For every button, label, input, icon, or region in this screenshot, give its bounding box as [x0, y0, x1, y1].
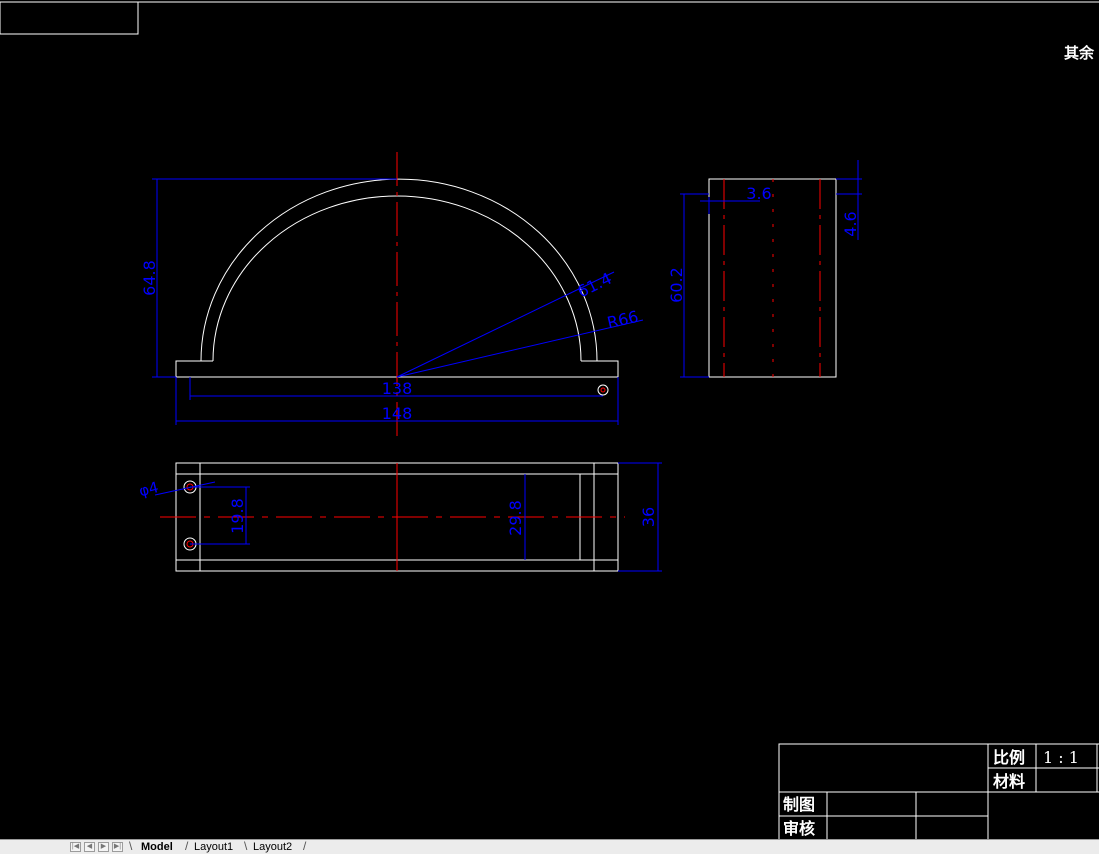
scale-value: 1 : 1 [1043, 748, 1079, 767]
drawn-label: 制图 [783, 795, 815, 814]
front-view: 64.8 61.4 R66 138 148 [140, 152, 644, 442]
title-block: 比例 1 : 1 材料 制图 审核 [778, 743, 1099, 839]
dim-front-height: 64.8 [140, 260, 159, 296]
layout-tab-bar: |◀ ◀ ▶ ▶| \ Model / Layout1 \ Layout2 / [0, 839, 1099, 854]
dim-bottom-width: 36 [639, 507, 658, 527]
tab-layout2[interactable]: Layout2 [250, 841, 295, 854]
prev-tab-button[interactable]: ◀ [84, 842, 95, 852]
dim-front-w2: 148 [382, 404, 413, 423]
tab-model[interactable]: Model [138, 841, 176, 854]
dim-front-w1: 138 [382, 379, 413, 398]
checked-label: 审核 [783, 819, 815, 838]
dim-side-top: 4.6 [841, 211, 860, 236]
first-tab-button[interactable]: |◀ [70, 842, 81, 852]
other-text: 其余 [1064, 44, 1095, 62]
dim-front-r2: R66 [605, 307, 640, 333]
scale-label: 比例 [993, 748, 1025, 767]
last-tab-button[interactable]: ▶| [112, 842, 123, 852]
dim-front-r1: 61.4 [574, 269, 614, 302]
cad-drawing-canvas[interactable]: 其余 64.8 61.4 R66 138 148 3.6 60.2 4.6 φ4… [0, 0, 1099, 839]
dim-side-w: 3.6 [746, 184, 771, 203]
hole-center [600, 387, 606, 393]
material-label: 材料 [993, 772, 1025, 791]
side-view: 3.6 60.2 4.6 [667, 160, 862, 378]
bottom-view: φ4 19.8 29.8 36 [137, 462, 662, 572]
outer-arc [200, 178, 598, 362]
dim-bottom-hole-spacing: 19.8 [228, 498, 247, 534]
dim-bottom-inner: 29.8 [506, 500, 525, 536]
dim-side-h: 60.2 [667, 267, 686, 303]
corner-box [0, 1, 139, 35]
dim-bottom-dia: φ4 [137, 478, 160, 500]
tab-layout1[interactable]: Layout1 [191, 841, 236, 854]
next-tab-button[interactable]: ▶ [98, 842, 109, 852]
